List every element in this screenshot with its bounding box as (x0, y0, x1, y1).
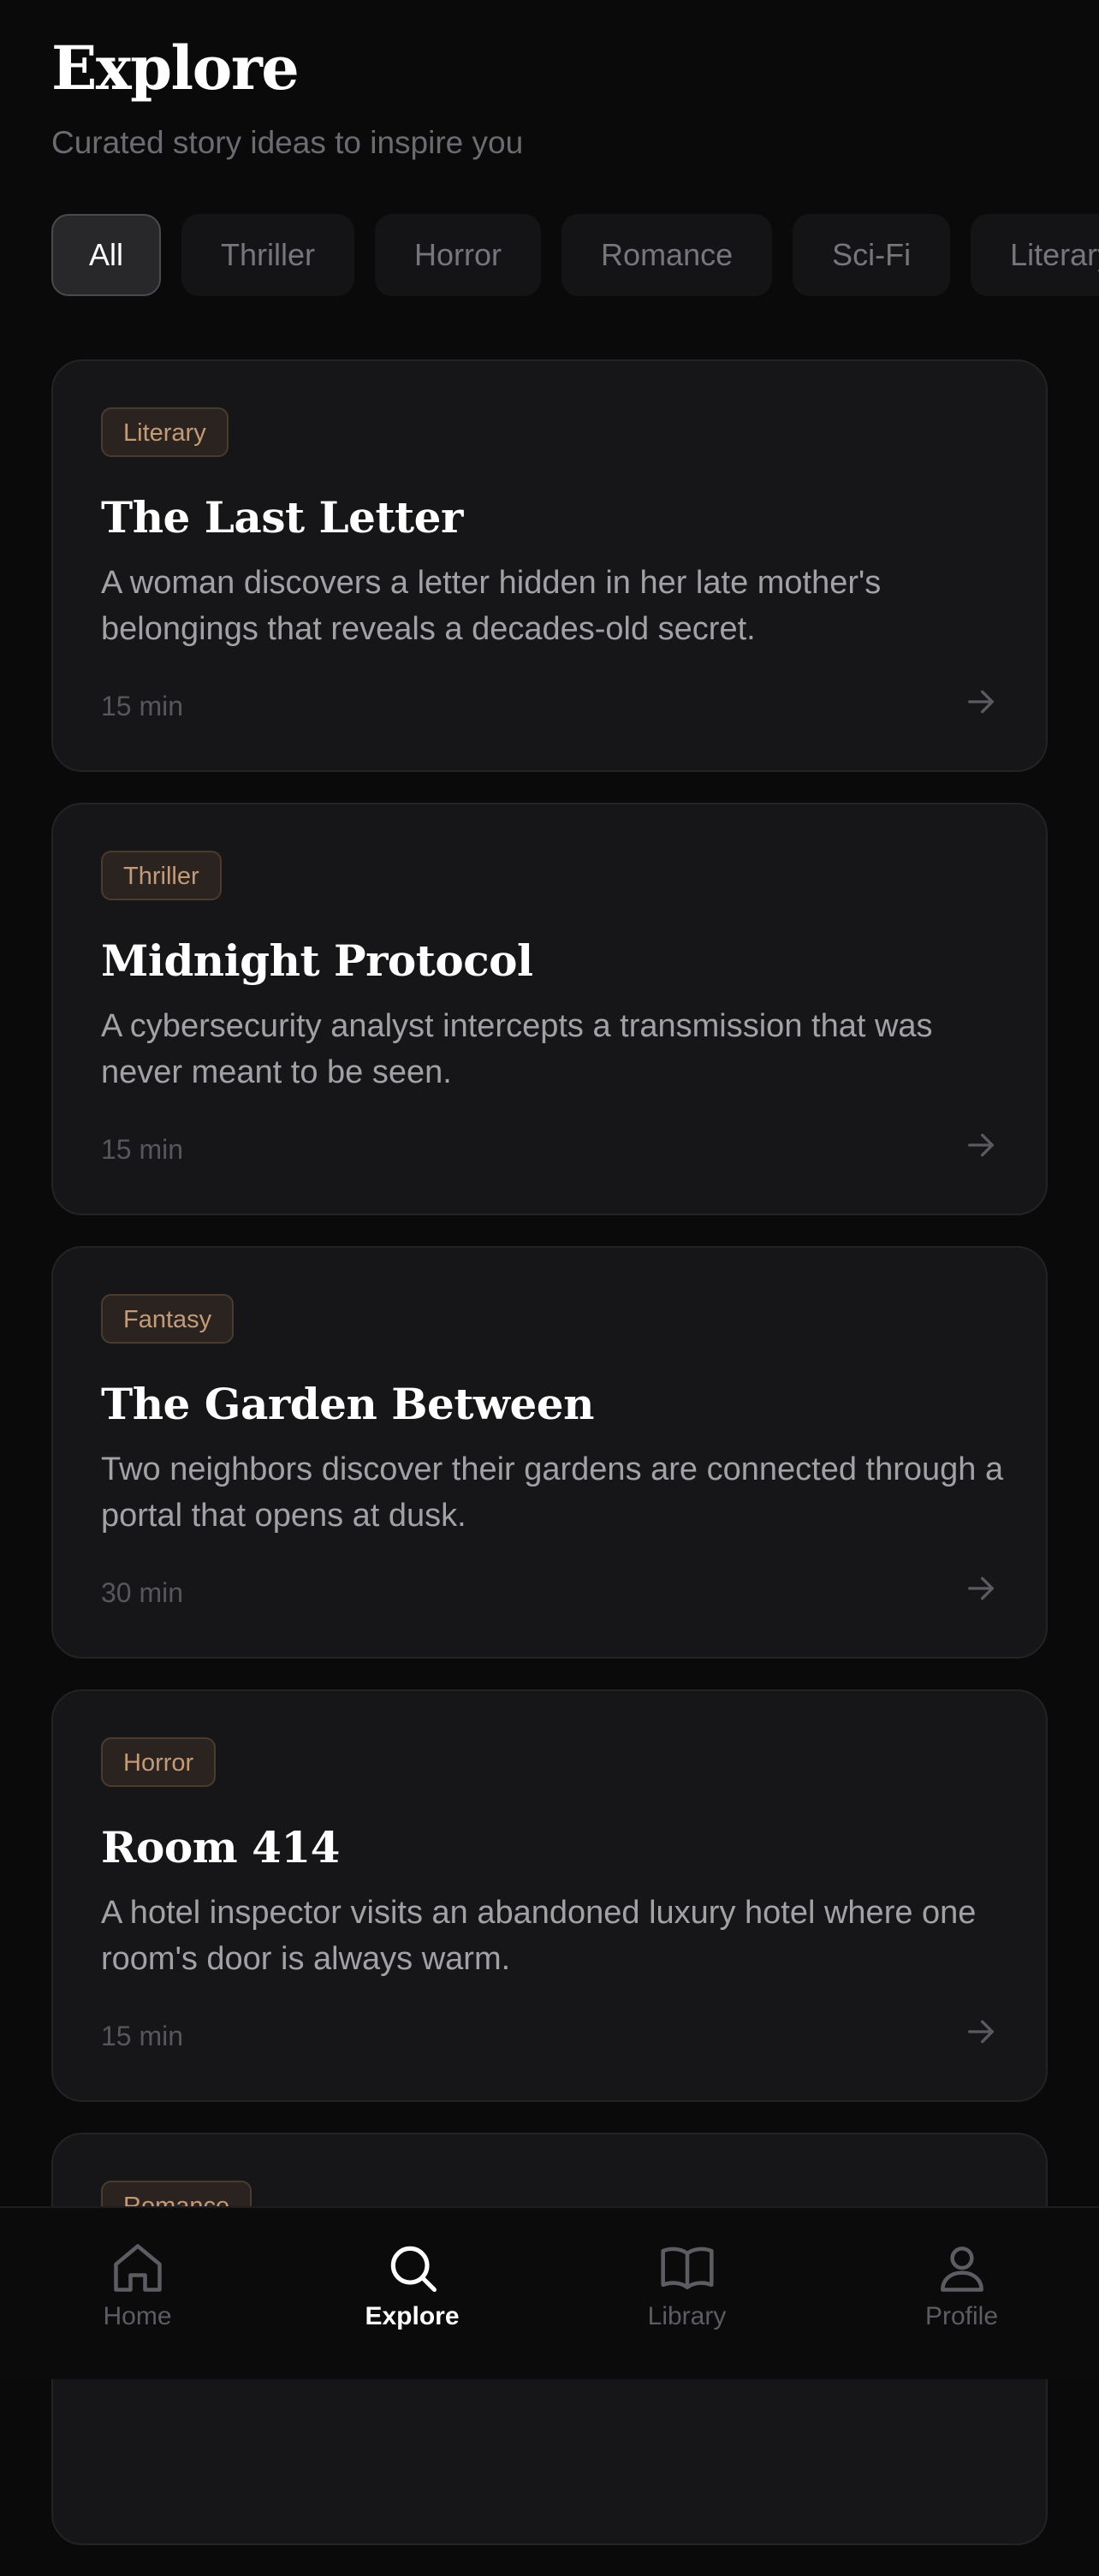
genre-tag: Thriller (101, 851, 222, 900)
tab-label: Home (103, 2302, 172, 2330)
story-description: A hotel inspector visits an abandoned lu… (101, 1895, 977, 1977)
filter-chip-all[interactable]: All (51, 214, 162, 296)
tab-label: Library (647, 2302, 727, 2330)
genre-tag: Fantasy (101, 1294, 235, 1344)
arrow-right-icon[interactable] (964, 1571, 998, 1606)
story-title: The Garden Between (101, 1379, 594, 1429)
search-icon (390, 2246, 437, 2293)
tab-library[interactable]: Library (550, 2208, 824, 2379)
user-icon (940, 2247, 983, 2292)
filter-chip-sci-fi[interactable]: Sci-Fi (793, 214, 951, 296)
tab-label: Explore (365, 2302, 460, 2330)
home-icon (113, 2244, 162, 2292)
arrow-right-icon[interactable] (964, 685, 998, 719)
story-card[interactable]: Horror Room 414 A hotel inspector visits… (51, 1689, 1048, 2102)
story-title: The Last Letter (101, 492, 463, 543)
page-subtitle: Curated story ideas to inspire you (51, 125, 524, 160)
genre-filter-bar: All Thriller Horror Romance Sci-Fi Liter… (51, 214, 1099, 300)
tab-home[interactable]: Home (0, 2208, 275, 2379)
story-card[interactable]: Fantasy The Garden Between Two neighbors… (51, 1246, 1048, 1659)
genre-tag: Horror (101, 1737, 217, 1787)
story-title: Midnight Protocol (101, 935, 533, 986)
bottom-tab-bar: Home Explore Library Profile (0, 2206, 1099, 2379)
tab-profile[interactable]: Profile (824, 2208, 1099, 2379)
story-card[interactable]: Literary The Last Letter A woman discove… (51, 359, 1048, 772)
filter-chip-horror[interactable]: Horror (375, 214, 542, 296)
filter-chip-romance[interactable]: Romance (561, 214, 773, 296)
story-description: Two neighbors discover their gardens are… (101, 1451, 1004, 1534)
filter-chip-thriller[interactable]: Thriller (181, 214, 355, 296)
filter-chip-literary[interactable]: Literary (971, 214, 1099, 296)
arrow-right-icon[interactable] (964, 2015, 998, 2049)
page-header: Explore Curated story ideas to inspire y… (51, 26, 523, 164)
tab-label: Profile (924, 2302, 999, 2330)
story-description: A woman discovers a letter hidden in her… (101, 565, 882, 647)
page-title: Explore (51, 33, 300, 104)
story-card[interactable]: Thriller Midnight Protocol A cybersecuri… (51, 803, 1048, 1215)
story-duration: 15 min (101, 1134, 184, 1165)
story-duration: 15 min (101, 691, 184, 721)
tab-explore[interactable]: Explore (275, 2208, 550, 2379)
arrow-right-icon[interactable] (964, 1128, 998, 1162)
story-duration: 15 min (101, 2021, 184, 2051)
story-title: Room 414 (101, 1822, 340, 1873)
story-duration: 30 min (101, 1577, 184, 1608)
story-description: A cybersecurity analyst intercepts a tra… (101, 1008, 933, 1090)
book-open-icon (660, 2247, 714, 2289)
genre-tag: Literary (101, 407, 229, 457)
